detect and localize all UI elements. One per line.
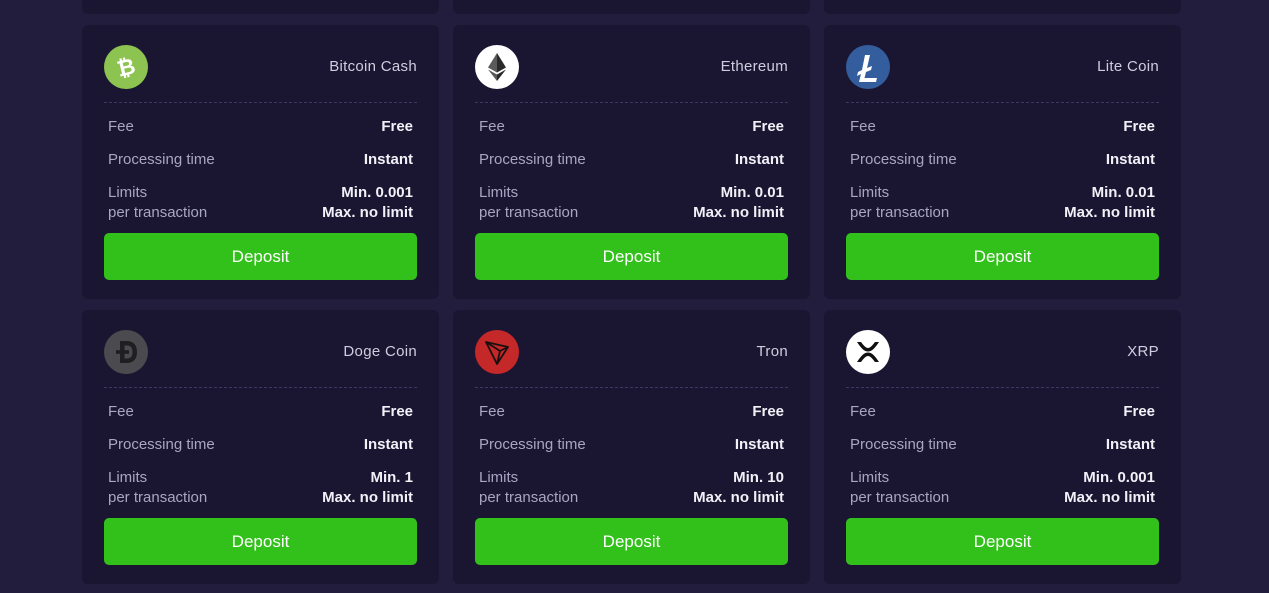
card-header: Lite Coin [846,45,1159,89]
per-transaction-label: per transaction [108,489,208,506]
fee-value: Free [381,118,413,135]
divider [104,387,417,388]
card-header: ₿ Bitcoin Cash [104,45,417,89]
processing-time-label: Processing time [479,151,586,168]
coin-name: Doge Coin [343,343,417,360]
fee-label: Fee [108,403,134,420]
deposit-button[interactable]: Deposit [846,233,1159,280]
fee-label: Fee [108,118,134,135]
coin-name: XRP [1127,343,1159,360]
fee-value: Free [1123,118,1155,135]
processing-time-value: Instant [1105,151,1155,168]
processing-time-label: Processing time [479,436,586,453]
processing-time-value: Instant [363,436,413,453]
deposit-button[interactable]: Deposit [846,518,1159,565]
min-limit-value: Min. 0.001 [1083,469,1155,486]
max-limit-value: Max. no limit [322,204,413,221]
processing-time-value: Instant [734,436,784,453]
payment-card-litecoin: Lite Coin Fee Free Processing time Insta… [824,25,1181,299]
limits-label: Limits [108,469,148,486]
deposit-button[interactable]: Deposit [104,518,417,565]
processing-time-label: Processing time [108,151,215,168]
bitcoin-cash-icon: ₿ [104,45,148,89]
deposit-methods-page: ₿ Bitcoin Cash Fee Free Processing time … [0,0,1269,593]
per-transaction-label: per transaction [479,204,579,221]
payment-card-xrp: XRP Fee Free Processing time Instant Lim… [824,310,1181,584]
fee-value: Free [381,403,413,420]
min-limit-value: Min. 0.01 [1091,184,1155,201]
coin-name: Bitcoin Cash [329,58,417,75]
per-transaction-label: per transaction [108,204,208,221]
min-limit-value: Min. 0.01 [720,184,784,201]
litecoin-icon [846,45,890,89]
per-transaction-label: per transaction [850,204,950,221]
processing-time-label: Processing time [850,151,957,168]
coin-name: Tron [756,343,788,360]
fee-value: Free [752,118,784,135]
card-header: XRP [846,330,1159,374]
payment-card-partial [824,0,1181,14]
processing-time-value: Instant [1105,436,1155,453]
divider [475,387,788,388]
min-limit-value: Min. 1 [370,469,413,486]
max-limit-value: Max. no limit [1064,489,1155,506]
max-limit-value: Max. no limit [693,489,784,506]
payment-card-partial [82,0,439,14]
payment-card-ethereum: Ethereum Fee Free Processing time Instan… [453,25,810,299]
divider [104,102,417,103]
processing-time-label: Processing time [108,436,215,453]
payment-card-bitcoin-cash: ₿ Bitcoin Cash Fee Free Processing time … [82,25,439,299]
min-limit-value: Min. 10 [733,469,784,486]
max-limit-value: Max. no limit [693,204,784,221]
card-header: Tron [475,330,788,374]
per-transaction-label: per transaction [850,489,950,506]
fee-value: Free [752,403,784,420]
deposit-button[interactable]: Deposit [475,233,788,280]
card-header: Ethereum [475,45,788,89]
limits-label: Limits [479,469,519,486]
fee-label: Fee [850,403,876,420]
card-header: Doge Coin [104,330,417,374]
payment-card-partial [453,0,810,14]
divider [475,102,788,103]
coin-name: Ethereum [720,58,788,75]
deposit-button[interactable]: Deposit [104,233,417,280]
payment-card-dogecoin: Doge Coin Fee Free Processing time Insta… [82,310,439,584]
fee-label: Fee [479,118,505,135]
dogecoin-icon [104,330,148,374]
limits-label: Limits [108,184,148,201]
payment-card-tron: Tron Fee Free Processing time Instant Li… [453,310,810,584]
limits-label: Limits [479,184,519,201]
coin-name: Lite Coin [1097,58,1159,75]
max-limit-value: Max. no limit [1064,204,1155,221]
tron-icon [475,330,519,374]
min-limit-value: Min. 0.001 [341,184,413,201]
divider [846,387,1159,388]
xrp-icon [846,330,890,374]
fee-label: Fee [479,403,505,420]
limits-label: Limits [850,469,890,486]
ethereum-icon [475,45,519,89]
divider [846,102,1159,103]
deposit-button[interactable]: Deposit [475,518,788,565]
fee-value: Free [1123,403,1155,420]
max-limit-value: Max. no limit [322,489,413,506]
processing-time-label: Processing time [850,436,957,453]
svg-text:₿: ₿ [115,54,138,83]
per-transaction-label: per transaction [479,489,579,506]
processing-time-value: Instant [363,151,413,168]
processing-time-value: Instant [734,151,784,168]
fee-label: Fee [850,118,876,135]
limits-label: Limits [850,184,890,201]
